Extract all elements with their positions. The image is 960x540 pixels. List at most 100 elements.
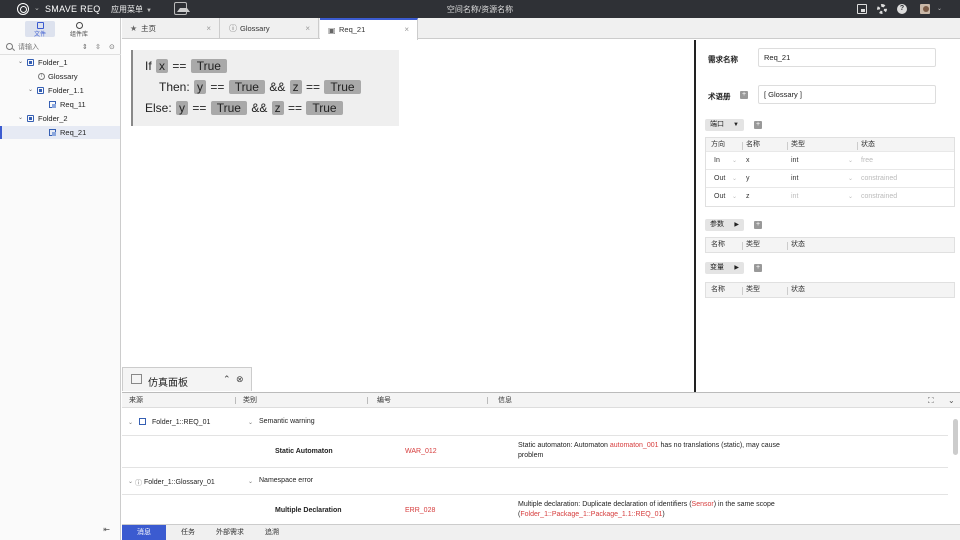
col-message: 信息 xyxy=(498,397,512,404)
app-menu-button[interactable]: 应用菜单 ▼ xyxy=(111,4,152,15)
expand-up-icon[interactable]: ⌃ xyxy=(223,374,231,385)
message-row[interactable]: Static Automaton WAR_012 Static automato… xyxy=(122,437,948,468)
requirement-editor[interactable]: If x == True Then: y == True && z == Tru… xyxy=(122,40,694,392)
close-icon[interactable]: × xyxy=(206,18,211,39)
ports-dropdown[interactable]: 端口 ▼ xyxy=(705,119,744,131)
tab-tasks[interactable]: 任务 xyxy=(166,525,210,540)
message-group-row[interactable]: ⌄ ⓘ Folder_1::Glossary_01 ⌄ Namespace er… xyxy=(122,469,948,495)
tree-item-req-11[interactable]: Req_11 xyxy=(0,98,120,111)
tree-item-glossary[interactable]: i Glossary xyxy=(0,70,120,83)
add-variable-icon[interactable]: + xyxy=(754,264,762,272)
message-source[interactable]: Folder_1::Glossary_01 xyxy=(144,479,215,486)
tab-home[interactable]: ★ 主页 × xyxy=(122,18,220,39)
requirement-icon: ▣ xyxy=(328,26,336,35)
message-code[interactable]: ERR_028 xyxy=(405,507,435,514)
sort-icon[interactable]: ⇕ xyxy=(82,43,88,51)
chevron-down-icon[interactable]: ⌄ xyxy=(128,419,133,426)
close-icon[interactable]: × xyxy=(305,18,310,39)
token-value[interactable]: True xyxy=(306,101,343,115)
add-glossary-icon[interactable]: + xyxy=(740,91,748,99)
tab-label: 主页 xyxy=(141,24,156,33)
message-row[interactable]: Multiple Declaration ERR_028 Multiple de… xyxy=(122,496,948,525)
chevron-down-icon[interactable]: ⌄ xyxy=(18,112,23,125)
token-variable[interactable]: y xyxy=(194,80,207,94)
scrollbar[interactable] xyxy=(953,419,958,455)
chevron-down-icon[interactable]: ⌄ xyxy=(848,170,853,188)
col-category: 类别 xyxy=(243,397,257,404)
token-value[interactable]: True xyxy=(324,80,361,94)
table-row[interactable]: Out ⌄ z int ⌄ constrained xyxy=(706,188,954,206)
name-input[interactable]: Req_21 xyxy=(758,48,936,67)
tab-req-21[interactable]: ▣ Req_21 × xyxy=(320,18,418,40)
table-row[interactable]: In ⌄ x int ⌄ free xyxy=(706,152,954,170)
maximize-icon[interactable]: ⛶ xyxy=(928,393,934,408)
sidebar-tab-files[interactable]: 文件 xyxy=(25,21,55,38)
chevron-down-icon[interactable]: ⌄ xyxy=(18,56,23,69)
chevron-down-icon[interactable]: ⌄ xyxy=(732,188,737,206)
tab-external-requirements[interactable]: 外部需求 xyxy=(208,525,252,540)
port-type[interactable]: int xyxy=(791,170,798,188)
glossary-input[interactable]: [ Glossary ] xyxy=(758,85,936,104)
token-value[interactable]: True xyxy=(210,101,247,115)
sidebar-tab-components[interactable]: 组件库 xyxy=(64,21,94,38)
port-direction[interactable]: In xyxy=(714,152,720,170)
port-direction[interactable]: Out xyxy=(714,170,725,188)
params-dropdown[interactable]: 参数 ▶ xyxy=(705,219,744,231)
message-group-row[interactable]: ⌄ Folder_1::REQ_01 ⌄ Semantic warning xyxy=(122,409,948,436)
chevron-down-icon[interactable]: ⌄ xyxy=(848,188,853,206)
chevron-down-icon[interactable]: ⌄ xyxy=(28,84,33,97)
caret-right-icon: ▶ xyxy=(734,222,739,228)
tab-label: Req_21 xyxy=(339,25,366,34)
collapse-icon[interactable]: ⇤ xyxy=(103,525,110,534)
chevron-down-icon[interactable]: ⌄ xyxy=(732,170,737,188)
token-operator: == xyxy=(306,80,321,94)
port-direction[interactable]: Out xyxy=(714,188,725,206)
collapse-down-icon[interactable]: ⌄ xyxy=(948,393,955,408)
add-param-icon[interactable]: + xyxy=(754,221,762,229)
tree-item-folder-1[interactable]: ⌄ Folder_1 xyxy=(0,56,120,69)
simulation-panel-tab[interactable]: 仿真面板 ⌃ ⊗ xyxy=(122,367,252,391)
message-code[interactable]: WAR_012 xyxy=(405,448,437,455)
port-name[interactable]: z xyxy=(746,188,750,206)
search-input[interactable] xyxy=(18,42,76,53)
table-row[interactable]: Out ⌄ y int ⌄ constrained xyxy=(706,170,954,188)
close-circle-icon[interactable]: ⊗ xyxy=(236,374,244,385)
chevron-down-icon[interactable]: ⌄ xyxy=(732,152,737,170)
tree-item-folder-1-1[interactable]: ⌄ Folder_1.1 xyxy=(0,84,120,97)
gear-icon[interactable] xyxy=(877,4,887,14)
chevron-down-icon[interactable]: ⌄ xyxy=(848,152,853,170)
col-name: 名称 xyxy=(711,241,725,248)
port-type[interactable]: int xyxy=(791,152,798,170)
tree-item-folder-2[interactable]: ⌄ Folder_2 xyxy=(0,112,120,125)
chevron-down-icon[interactable]: ⌄ xyxy=(248,419,253,426)
collapse-all-icon[interactable]: ⇳ xyxy=(95,43,101,51)
add-port-icon[interactable]: + xyxy=(754,121,762,129)
tab-traceability[interactable]: 追溯 xyxy=(250,525,294,540)
chevron-down-icon[interactable]: ⌄ xyxy=(128,478,133,485)
vars-dropdown[interactable]: 变量 ▶ xyxy=(705,262,744,274)
port-name[interactable]: y xyxy=(746,170,750,188)
tree-item-req-21[interactable]: Req_21 xyxy=(0,126,120,139)
chevron-down-icon[interactable]: ⌄ xyxy=(34,4,40,12)
chevron-down-icon[interactable]: ⌄ xyxy=(937,5,942,12)
window-icon[interactable] xyxy=(857,4,867,14)
token-value[interactable]: True xyxy=(228,80,265,94)
image-icon[interactable] xyxy=(174,2,190,15)
close-icon[interactable]: × xyxy=(404,20,409,39)
app-logo-icon[interactable] xyxy=(17,3,29,15)
token-value[interactable]: True xyxy=(190,59,227,73)
tab-glossary[interactable]: ⓘ Glossary × xyxy=(221,18,319,39)
message-source[interactable]: Folder_1::REQ_01 xyxy=(152,419,210,426)
help-icon[interactable]: ? xyxy=(897,4,907,14)
port-name[interactable]: x xyxy=(746,152,750,170)
avatar[interactable] xyxy=(920,4,930,14)
locate-icon[interactable]: ⊙ xyxy=(109,43,115,51)
chevron-down-icon[interactable]: ⌄ xyxy=(248,478,253,485)
tab-messages[interactable]: 消息 xyxy=(122,525,166,540)
token-variable[interactable]: z xyxy=(289,80,302,94)
port-type[interactable]: int xyxy=(791,188,798,206)
token-variable[interactable]: y xyxy=(176,101,189,115)
token-variable[interactable]: z xyxy=(271,101,284,115)
token-variable[interactable]: x xyxy=(156,59,169,73)
requirement-expression[interactable]: If x == True Then: y == True && z == Tru… xyxy=(131,50,399,126)
